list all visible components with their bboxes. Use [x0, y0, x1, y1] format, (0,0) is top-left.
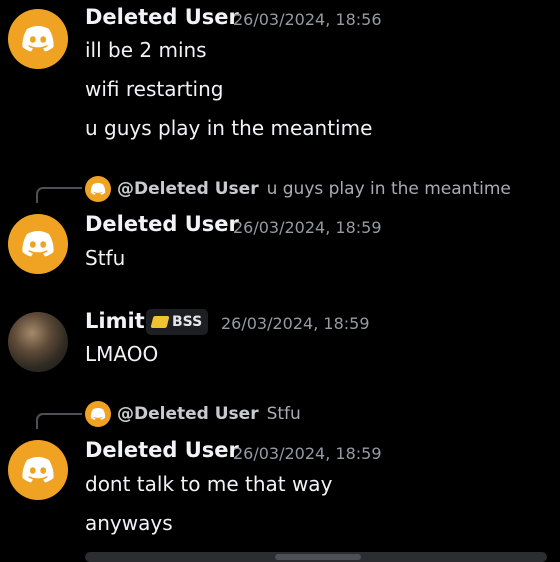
bss-tag-icon — [150, 316, 170, 328]
avatar[interactable] — [8, 440, 68, 500]
avatar[interactable] — [8, 9, 68, 69]
reply-avatar — [85, 176, 111, 202]
avatar[interactable] — [8, 214, 68, 274]
reply-connector — [36, 187, 82, 203]
message-text: anyways — [85, 511, 173, 535]
message-text: dont talk to me that way — [85, 472, 333, 496]
reply-avatar — [85, 401, 111, 427]
guild-tag-label: BSS — [172, 314, 203, 330]
username[interactable]: Deleted User — [85, 212, 239, 236]
timestamp: 26/03/2024, 18:59 — [221, 314, 370, 333]
message-text: wifi restarting — [85, 77, 224, 101]
discord-logo-icon — [90, 408, 106, 420]
username[interactable]: Deleted User — [85, 438, 239, 462]
drag-handle[interactable] — [275, 554, 361, 560]
reply-preview[interactable]: @Deleted User Stfu — [85, 401, 301, 427]
reply-text: u guys play in the meantime — [266, 179, 511, 199]
reply-author: @Deleted User — [117, 404, 259, 424]
reply-preview[interactable]: @Deleted User u guys play in the meantim… — [85, 176, 511, 202]
bottom-sheet-edge[interactable] — [85, 552, 547, 562]
message-text: u guys play in the meantime — [85, 116, 373, 140]
username[interactable]: Deleted User — [85, 5, 239, 29]
discord-logo-icon — [22, 26, 54, 52]
message-text: ill be 2 mins — [85, 38, 207, 62]
message-text: LMAOO — [85, 342, 159, 366]
reply-text: Stfu — [266, 404, 301, 424]
reply-connector — [36, 413, 82, 429]
discord-logo-icon — [90, 183, 106, 195]
timestamp: 26/03/2024, 18:59 — [233, 218, 382, 237]
message-text: Stfu — [85, 246, 126, 270]
timestamp: 26/03/2024, 18:56 — [233, 10, 382, 29]
discord-logo-icon — [22, 457, 54, 483]
avatar[interactable] — [8, 312, 68, 372]
guild-tag[interactable]: BSS — [146, 309, 209, 335]
timestamp: 26/03/2024, 18:59 — [233, 444, 382, 463]
username[interactable]: Limit — [85, 309, 145, 333]
discord-logo-icon — [22, 231, 54, 257]
reply-author: @Deleted User — [117, 179, 259, 199]
